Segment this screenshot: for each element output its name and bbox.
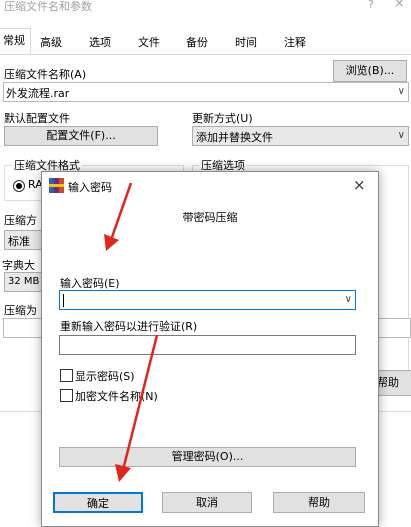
- tab-options[interactable]: 选项: [89, 34, 111, 50]
- manage-passwords-button[interactable]: 管理密码(O)...: [59, 447, 356, 467]
- dictionary-size-label: 字典大: [2, 259, 35, 272]
- tab-backup[interactable]: 备份: [186, 34, 208, 50]
- chevron-down-icon[interactable]: ∨: [345, 294, 352, 305]
- encrypt-names-label[interactable]: 加密文件名称(N): [75, 388, 158, 404]
- main-tabs: 常规 高级 选项 文件 备份 时间 注释: [0, 28, 411, 55]
- archive-name-value: 外发流程.rar: [6, 87, 70, 100]
- dialog-heading: 带密码压缩: [182, 211, 238, 224]
- rar-format-radio[interactable]: [13, 180, 25, 192]
- cancel-button[interactable]: 取消: [162, 492, 252, 513]
- update-mode-label: 更新方式(U): [192, 112, 253, 125]
- dialog-close-icon[interactable]: ×: [353, 176, 366, 194]
- winrar-icon: [49, 178, 64, 193]
- update-mode-value: 添加并替换文件: [196, 131, 273, 144]
- password-dialog: 输入密码 × 带密码压缩 输入密码(E) ∨ 重新输入密码以进行验证(R) 显示…: [41, 171, 379, 527]
- dialog-titlebar: 输入密码 ×: [42, 172, 378, 200]
- chevron-down-icon: ∨: [397, 130, 405, 141]
- dictionary-size-value: 32 MB: [8, 276, 40, 287]
- encrypt-names-checkbox[interactable]: [60, 389, 73, 402]
- main-window-title: 压缩文件名和参数: [4, 0, 92, 13]
- tab-files[interactable]: 文件: [138, 34, 160, 50]
- tab-time[interactable]: 时间: [235, 34, 257, 50]
- show-password-checkbox[interactable]: [60, 369, 73, 382]
- text-cursor: [63, 294, 64, 307]
- compression-method-value: 标准: [8, 235, 30, 248]
- right-edge-field: [377, 318, 411, 338]
- show-password-label[interactable]: 显示密码(S): [75, 368, 135, 384]
- reenter-password-label: 重新输入密码以进行验证(R): [60, 320, 198, 333]
- default-profile-label: 默认配置文件: [4, 112, 70, 125]
- enter-password-label: 输入密码(E): [60, 277, 120, 290]
- archive-name-combo[interactable]: 外发流程.rar ∨: [3, 82, 409, 102]
- chevron-down-icon: ∨: [397, 86, 405, 97]
- main-close-icon[interactable]: ×: [394, 0, 405, 11]
- enter-password-input[interactable]: ∨: [59, 290, 356, 310]
- split-volumes-label: 压缩为: [4, 304, 37, 317]
- browse-button[interactable]: 浏览(B)...: [333, 60, 407, 82]
- profile-button[interactable]: 配置文件(F)...: [4, 126, 158, 146]
- dialog-help-button[interactable]: 帮助: [273, 492, 365, 513]
- dialog-title: 输入密码: [68, 181, 112, 194]
- tab-advanced[interactable]: 高级: [40, 34, 62, 50]
- update-mode-combo[interactable]: 添加并替换文件 ∨: [192, 126, 409, 146]
- reenter-password-input[interactable]: [59, 335, 356, 355]
- main-help-icon[interactable]: ?: [368, 0, 374, 11]
- archive-name-label: 压缩文件名称(A): [4, 68, 87, 81]
- compression-method-label: 压缩方: [4, 214, 37, 227]
- tab-comment[interactable]: 注释: [284, 34, 306, 50]
- ok-button[interactable]: 确定: [53, 492, 143, 513]
- tab-general[interactable]: 常规: [0, 28, 31, 54]
- radio-dot: [16, 183, 22, 189]
